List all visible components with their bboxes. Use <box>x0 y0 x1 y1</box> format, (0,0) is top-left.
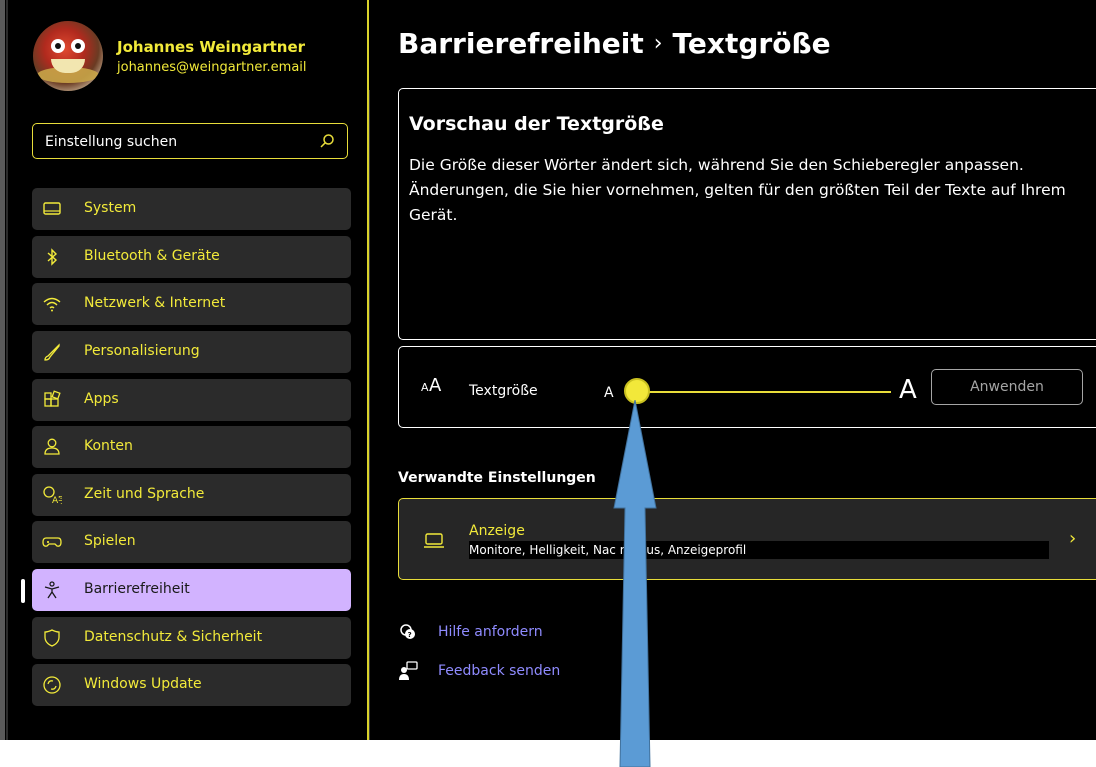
profile-email: johannes@weingartner.email <box>117 60 307 75</box>
avatar-eye-left <box>51 39 65 53</box>
feedback-link[interactable]: Feedback senden <box>438 663 560 679</box>
window-edge-inner <box>6 0 8 740</box>
display-card-subtitle: Monitore, Helligkeit, Nac modus, Anzeige… <box>469 541 1049 559</box>
laptop-icon <box>424 533 444 548</box>
svg-text:A: A <box>421 381 429 394</box>
avatar[interactable] <box>33 21 103 91</box>
person-icon <box>44 438 60 455</box>
sidebar-item-accounts[interactable]: Konten <box>32 426 351 468</box>
text-size-label: Textgröße <box>469 383 538 399</box>
sidebar-item-label: Bluetooth & Geräte <box>84 248 220 264</box>
help-link[interactable]: Hilfe anfordern <box>438 624 543 640</box>
feedback-icon <box>399 661 418 680</box>
sidebar-item-apps[interactable]: Apps <box>32 379 351 421</box>
sidebar-item-label: Personalisierung <box>84 343 200 359</box>
profile-name: Johannes Weingartner <box>117 38 306 56</box>
svg-text:A字: A字 <box>52 494 62 505</box>
pane-divider-inner <box>369 90 370 740</box>
avatar-eye-right <box>71 39 85 53</box>
slider-min-label: A <box>604 385 614 401</box>
preview-body: Die Größe dieser Wörter ändert sich, wäh… <box>409 156 1066 224</box>
sidebar-item-windows-update[interactable]: Windows Update <box>32 664 351 706</box>
sidebar-item-privacy[interactable]: Datenschutz & Sicherheit <box>32 617 351 659</box>
svg-text:?: ? <box>408 631 412 639</box>
sidebar-item-time-language[interactable]: A字 Zeit und Sprache <box>32 474 351 516</box>
sidebar-item-network[interactable]: Netzwerk & Internet <box>32 283 351 325</box>
help-icon: ? <box>400 624 415 639</box>
related-settings-heading: Verwandte Einstellungen <box>398 470 596 486</box>
search-icon[interactable] <box>319 133 335 149</box>
window-edge <box>0 0 5 740</box>
shield-icon <box>44 629 60 647</box>
breadcrumb-separator-icon: › <box>653 31 663 56</box>
monitor-icon <box>43 202 61 215</box>
sidebar-item-label: System <box>84 200 137 216</box>
sidebar-item-label: Datenschutz & Sicherheit <box>84 629 263 645</box>
wifi-icon <box>43 297 61 312</box>
slider-max-label: A <box>899 375 917 405</box>
sidebar-item-personalization[interactable]: Personalisierung <box>32 331 351 373</box>
apply-button-label: Anwenden <box>970 379 1044 395</box>
text-size-slider-track[interactable] <box>635 391 891 393</box>
apps-icon <box>44 390 61 407</box>
chevron-right-icon: › <box>1069 528 1077 549</box>
apply-button[interactable]: Anwenden <box>931 369 1083 405</box>
sidebar-item-label: Spielen <box>84 533 136 549</box>
sidebar-item-system[interactable]: System <box>32 188 351 230</box>
sidebar-item-gaming[interactable]: Spielen <box>32 521 351 563</box>
display-settings-card[interactable]: Anzeige Monitore, Helligkeit, Nac modus,… <box>398 498 1096 580</box>
update-icon <box>43 676 61 694</box>
svg-text:A: A <box>429 375 442 395</box>
text-size-icon: A A <box>421 375 442 395</box>
page-title: Barrierefreiheit › Textgröße <box>398 27 831 60</box>
preview-heading: Vorschau der Textgröße <box>409 113 664 135</box>
sidebar-item-label: Zeit und Sprache <box>84 486 205 502</box>
brush-icon <box>44 343 60 361</box>
accessibility-icon <box>44 581 60 599</box>
text-size-row: A A Textgröße A A Anwenden <box>398 346 1096 428</box>
display-card-title: Anzeige <box>469 523 525 539</box>
sidebar-item-accessibility[interactable]: Barrierefreiheit <box>32 569 351 611</box>
text-size-preview-card: Vorschau der Textgröße Die Größe dieser … <box>398 88 1096 340</box>
breadcrumb-parent[interactable]: Barrierefreiheit <box>398 27 644 60</box>
time-language-icon: A字 <box>43 486 62 505</box>
selection-indicator <box>21 579 25 603</box>
search-input[interactable]: Einstellung suchen <box>45 134 177 150</box>
sidebar-item-label: Apps <box>84 391 119 407</box>
sidebar-item-label: Barrierefreiheit <box>84 581 190 597</box>
annotation-arrow <box>613 400 657 767</box>
gamepad-icon <box>42 537 62 547</box>
sidebar-item-label: Netzwerk & Internet <box>84 295 226 311</box>
search-box[interactable]: Einstellung suchen <box>32 123 348 159</box>
breadcrumb-current: Textgröße <box>672 27 831 60</box>
sidebar-item-bluetooth[interactable]: Bluetooth & Geräte <box>32 236 351 278</box>
sidebar-item-label: Windows Update <box>84 676 202 692</box>
sidebar-item-label: Konten <box>84 438 133 454</box>
bluetooth-icon <box>47 248 58 266</box>
settings-window: Johannes Weingartner johannes@weingartne… <box>0 0 1096 740</box>
